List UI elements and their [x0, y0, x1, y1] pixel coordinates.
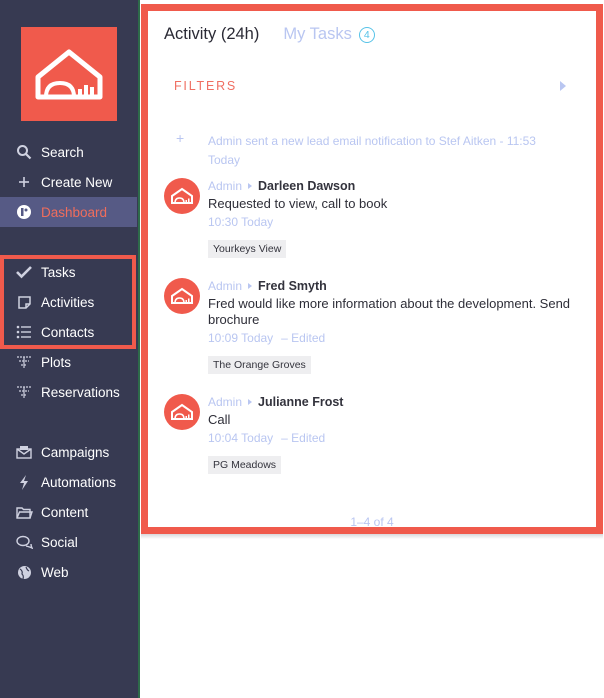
- development-tag[interactable]: The Orange Groves: [208, 356, 311, 374]
- brand-logo[interactable]: [21, 27, 117, 121]
- feed-time: 10:09 Today: [208, 331, 274, 345]
- caret-right-icon: [248, 283, 253, 289]
- avatar: [164, 394, 200, 430]
- sidebar: Search Create New Dashboard Tasks Activi…: [0, 0, 140, 698]
- feed-item-header: Admin Fred Smyth: [208, 278, 578, 294]
- feed-edited: – Edited: [281, 331, 326, 345]
- sidebar-divider: [138, 0, 140, 698]
- filters-arrow-icon[interactable]: [560, 81, 566, 91]
- panel-shadow: [141, 534, 603, 539]
- sidebar-item-label: Dashboard: [41, 204, 108, 220]
- tab-my-tasks[interactable]: My Tasks: [283, 25, 351, 44]
- plus-icon[interactable]: +: [176, 130, 184, 146]
- list-icon: [15, 323, 33, 341]
- folder-icon: [15, 503, 33, 521]
- feed-time: 10:30 Today: [208, 215, 274, 229]
- sidebar-item-contacts[interactable]: Contacts: [0, 317, 137, 347]
- feed-message: Requested to view, call to book: [208, 196, 388, 211]
- feed-contact[interactable]: Julianne Frost: [258, 395, 343, 409]
- house-logo-icon: [35, 49, 103, 100]
- activity-panel: Activity (24h) My Tasks 4 FILTERS + Admi…: [141, 4, 603, 534]
- system-notification-text: Admin sent a new lead email notification…: [208, 134, 536, 167]
- chat-bubbles-icon: [15, 533, 33, 551]
- avatar: [164, 178, 200, 214]
- house-logo-icon: [171, 403, 193, 420]
- sidebar-item-label: Campaigns: [41, 444, 110, 460]
- feed-author[interactable]: Admin: [208, 279, 242, 293]
- sidebar-item-label: Activities: [41, 294, 95, 310]
- feed-time: 10:04 Today: [208, 431, 274, 445]
- lightning-icon: [15, 473, 33, 491]
- sidebar-item-label: Web: [41, 564, 69, 580]
- house-logo-icon: [171, 287, 193, 304]
- reservations-icon: [15, 383, 33, 401]
- sidebar-item-social[interactable]: Social: [0, 527, 137, 557]
- development-tag[interactable]: PG Meadows: [208, 456, 282, 474]
- sidebar-item-activities[interactable]: Activities: [0, 287, 137, 317]
- sidebar-item-web[interactable]: Web: [0, 557, 137, 587]
- note-icon: [15, 293, 33, 311]
- filters-toggle[interactable]: FILTERS: [174, 79, 237, 93]
- sidebar-item-tasks[interactable]: Tasks: [0, 257, 137, 287]
- feed-item-header: Admin Julianne Frost: [208, 394, 578, 410]
- sidebar-item-label: Content: [41, 504, 89, 520]
- feed-author[interactable]: Admin: [208, 179, 242, 193]
- feed-item-body: Admin Fred Smyth Fred would like more inf…: [208, 278, 578, 374]
- panel-tabs: Activity (24h) My Tasks 4: [164, 25, 375, 44]
- search-icon: [15, 143, 33, 161]
- feed-edited: – Edited: [281, 431, 326, 445]
- pagination: 1–4 of 4: [350, 515, 394, 529]
- sidebar-item-label: Reservations: [41, 384, 120, 400]
- sidebar-item-label: Automations: [41, 474, 117, 490]
- feed-author[interactable]: Admin: [208, 395, 242, 409]
- feed-meta: 10:09 Today – Edited: [208, 330, 578, 346]
- feed-message: Fred would like more information about t…: [208, 296, 571, 327]
- feed-contact[interactable]: Fred Smyth: [258, 279, 327, 293]
- sidebar-item-campaigns[interactable]: Campaigns: [0, 437, 137, 467]
- dashboard-icon: [15, 203, 33, 221]
- feed-item-body: Admin Julianne Frost Call 10:04 Today – Ed…: [208, 394, 578, 474]
- feed-item-body: Admin Darleen Dawson Requested to view, c…: [208, 178, 578, 258]
- sidebar-item-plots[interactable]: Plots: [0, 347, 137, 377]
- sidebar-item-label: Social: [41, 534, 78, 550]
- caret-right-icon: [248, 183, 253, 189]
- sidebar-item-search[interactable]: Search: [0, 137, 137, 167]
- campaigns-icon: [15, 443, 33, 461]
- sidebar-item-label: Tasks: [41, 264, 76, 280]
- sidebar-item-label: Create New: [41, 174, 113, 190]
- tab-activity[interactable]: Activity (24h): [164, 25, 259, 44]
- sidebar-item-label: Search: [41, 144, 84, 160]
- sidebar-item-reservations[interactable]: Reservations: [0, 377, 137, 407]
- feed-item-header: Admin Darleen Dawson: [208, 178, 578, 194]
- feed-contact[interactable]: Darleen Dawson: [258, 179, 355, 193]
- sidebar-item-dashboard[interactable]: Dashboard: [0, 197, 137, 227]
- sidebar-item-content[interactable]: Content: [0, 497, 137, 527]
- sidebar-item-label: Contacts: [41, 324, 95, 340]
- avatar: [164, 278, 200, 314]
- plots-icon: [15, 353, 33, 371]
- tasks-count-badge: 4: [358, 26, 375, 43]
- house-logo-icon: [171, 187, 193, 204]
- feed-message: Call: [208, 412, 231, 427]
- checkmark-icon: [15, 263, 33, 281]
- sidebar-item-automations[interactable]: Automations: [0, 467, 137, 497]
- development-tag[interactable]: Yourkeys View: [208, 240, 287, 258]
- sidebar-item-create-new[interactable]: Create New: [0, 167, 137, 197]
- plus-icon: [15, 173, 33, 191]
- caret-right-icon: [248, 399, 253, 405]
- globe-icon: [15, 563, 33, 581]
- feed-meta: 10:30 Today: [208, 214, 578, 230]
- feed-meta: 10:04 Today – Edited: [208, 430, 578, 446]
- sidebar-item-label: Plots: [41, 354, 72, 370]
